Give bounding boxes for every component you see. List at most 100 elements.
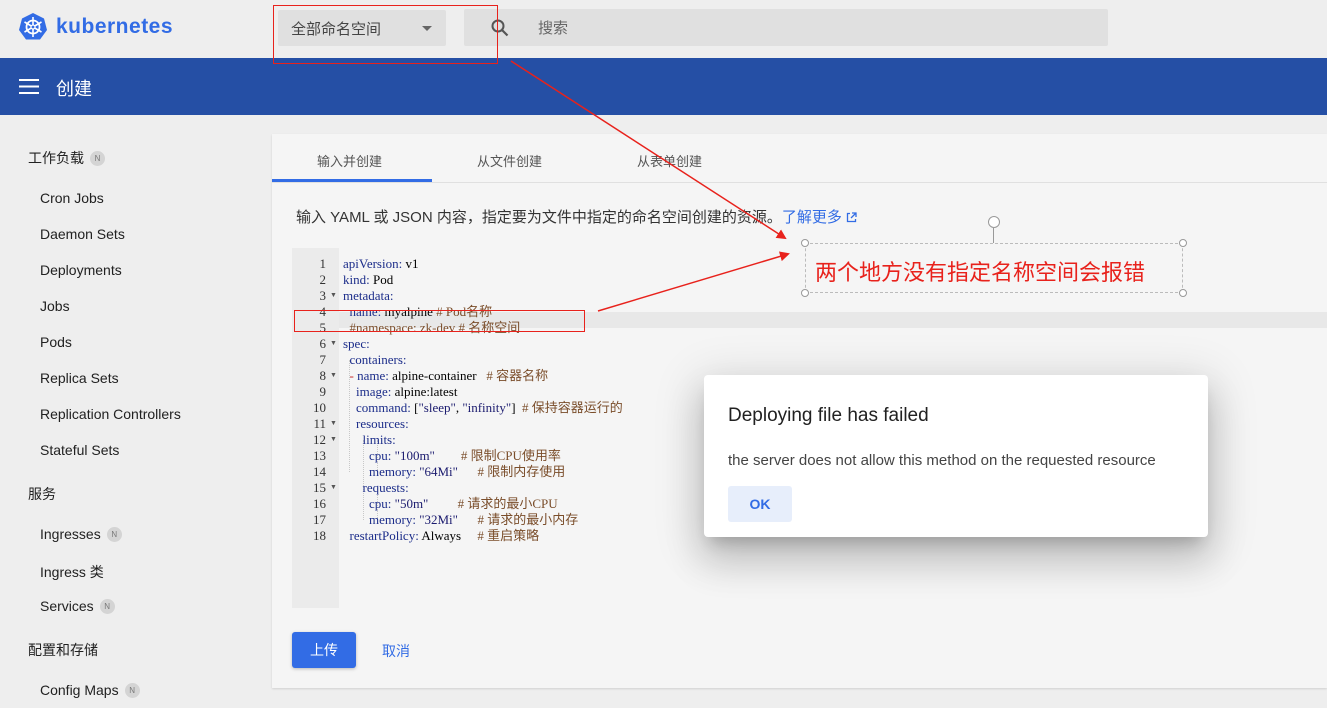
sidebar-section-services[interactable]: 服务: [28, 484, 56, 504]
kubernetes-logo[interactable]: kubernetes: [18, 12, 173, 42]
sidebar-item-replica-sets[interactable]: Replica Sets: [40, 370, 119, 386]
fold-toggle-icon[interactable]: ▼: [330, 480, 337, 496]
sidebar-item-daemon-sets[interactable]: Daemon Sets: [40, 226, 125, 242]
resize-handle[interactable]: [801, 239, 809, 247]
logo-text: kubernetes: [56, 15, 174, 38]
instructions-text: 输入 YAML 或 JSON 内容，指定要为文件中指定的命名空间创建的资源。: [296, 209, 782, 226]
fold-toggle-icon[interactable]: ▼: [330, 288, 337, 304]
sidebar-item-jobs[interactable]: Jobs: [40, 298, 70, 314]
line-number: 13: [313, 448, 326, 463]
namespaced-badge: N: [124, 682, 140, 698]
namespaced-badge: N: [90, 150, 105, 166]
sidebar-item-label: Jobs: [40, 298, 70, 314]
line-number: 15: [313, 480, 326, 495]
code-line[interactable]: cpu: "50m" # 请求的最小CPU: [343, 496, 558, 512]
line-number: 12: [313, 432, 326, 447]
sidebar-item-services[interactable]: Services N: [40, 598, 115, 614]
fold-toggle-icon[interactable]: ▼: [330, 432, 337, 448]
sidebar-item-label: Stateful Sets: [40, 442, 120, 458]
sidebar-item-label: Replication Controllers: [40, 406, 181, 422]
learn-more-link[interactable]: 了解更多: [782, 209, 857, 226]
line-number: 7: [319, 352, 327, 367]
search-bar[interactable]: [464, 9, 1108, 46]
code-line[interactable]: metadata:: [343, 288, 394, 304]
code-line[interactable]: memory: "64Mi" # 限制内存使用: [343, 464, 565, 480]
sidebar-item-label: Config Maps: [40, 682, 119, 698]
sidebar-section-label: 配置和存储: [28, 642, 98, 658]
line-number: 16: [313, 496, 326, 511]
line-number: 14: [313, 464, 326, 479]
code-line[interactable]: resources:: [343, 416, 409, 432]
menu-icon[interactable]: [19, 79, 39, 94]
fold-toggle-icon[interactable]: ▼: [330, 336, 337, 352]
sidebar-section-label: 工作负载: [28, 150, 84, 166]
code-line[interactable]: spec:: [343, 336, 370, 352]
sidebar-section-workloads[interactable]: 工作负载 N: [28, 148, 105, 168]
sidebar-item-ingress-classes[interactable]: Ingress 类: [40, 562, 104, 582]
resize-handle[interactable]: [801, 289, 809, 297]
sidebar-item-label: Ingress 类: [40, 564, 104, 580]
page-title: 创建: [56, 79, 92, 99]
search-input[interactable]: [538, 17, 1038, 39]
sidebar-item-label: Services: [40, 598, 94, 614]
tab-input-and-create[interactable]: 输入并创建: [317, 151, 382, 170]
namespaced-badge: N: [99, 598, 115, 614]
annotation-textbox[interactable]: 两个地方没有指定名称空间会报错: [805, 243, 1183, 293]
sidebar-item-cron-jobs[interactable]: Cron Jobs: [40, 190, 104, 206]
sidebar-item-pods[interactable]: Pods: [40, 334, 72, 350]
code-line[interactable]: memory: "32Mi" # 请求的最小内存: [343, 512, 578, 528]
sidebar-item-deployments[interactable]: Deployments: [40, 262, 122, 278]
top-bar: kubernetes 全部命名空间: [0, 0, 1327, 58]
upload-button[interactable]: 上传: [292, 632, 356, 668]
resize-handle[interactable]: [1179, 239, 1187, 247]
code-line[interactable]: cpu: "100m" # 限制CPU使用率: [343, 448, 561, 464]
external-link-icon: [846, 212, 857, 223]
sidebar-item-label: Daemon Sets: [40, 226, 125, 242]
fold-toggle-icon[interactable]: ▼: [330, 416, 337, 432]
instructions: 输入 YAML 或 JSON 内容，指定要为文件中指定的命名空间创建的资源。了解…: [296, 206, 857, 227]
fold-toggle-icon[interactable]: ▼: [330, 368, 337, 384]
code-line[interactable]: restartPolicy: Always # 重启策略: [343, 528, 540, 544]
namespaced-badge: N: [106, 526, 122, 542]
line-number: 3: [319, 288, 327, 303]
tab-bar: 输入并创建 从文件创建 从表单创建: [272, 134, 1327, 183]
code-line[interactable]: apiVersion: v1: [343, 256, 418, 272]
dialog-title: Deploying file has failed: [728, 405, 929, 426]
sidebar-item-ingresses[interactable]: Ingresses N: [40, 526, 122, 542]
sidebar-item-label: Pods: [40, 334, 72, 350]
kubernetes-wheel-icon: [19, 13, 47, 40]
code-line[interactable]: - name: alpine-container # 容器名称: [343, 368, 549, 384]
sidebar-item-replication-controllers[interactable]: Replication Controllers: [40, 406, 181, 422]
code-line[interactable]: limits:: [343, 432, 396, 448]
error-dialog: Deploying file has failed the server doe…: [704, 375, 1208, 537]
rotate-handle-stem: [993, 228, 994, 243]
code-line[interactable]: command: ["sleep", "infinity"] # 保持容器运行的: [343, 400, 623, 416]
line-number: 18: [313, 528, 326, 543]
line-number: 9: [319, 384, 327, 399]
cancel-button[interactable]: 取消: [382, 641, 410, 661]
tab-create-from-file[interactable]: 从文件创建: [477, 151, 542, 170]
code-line[interactable]: kind: Pod: [343, 272, 393, 288]
annotation-highlight-namespace-line: [294, 310, 585, 332]
dialog-message: the server does not allow this method on…: [728, 452, 1156, 469]
learn-more-label: 了解更多: [781, 209, 842, 226]
annotation-text: 两个地方没有指定名称空间会报错: [815, 260, 1146, 285]
dialog-ok-button[interactable]: OK: [728, 486, 792, 522]
rotate-handle[interactable]: [988, 216, 1000, 228]
code-line[interactable]: requests:: [343, 480, 409, 496]
line-number: 2: [319, 272, 327, 287]
line-number: 6: [319, 336, 327, 351]
sidebar-item-label: Ingresses: [40, 526, 101, 542]
sidebar-section-label: 服务: [28, 486, 56, 502]
sidebar-item-config-maps[interactable]: Config Maps N: [40, 682, 140, 698]
code-line[interactable]: containers:: [343, 352, 407, 368]
sidebar-item-label: Replica Sets: [40, 370, 119, 386]
page-toolbar: 创建: [0, 58, 1327, 115]
sidebar-section-config-storage[interactable]: 配置和存储: [28, 640, 98, 660]
tab-create-from-form[interactable]: 从表单创建: [637, 151, 702, 170]
resize-handle[interactable]: [1179, 289, 1187, 297]
code-line[interactable]: image: alpine:latest: [343, 384, 457, 400]
line-number: 10: [313, 400, 326, 415]
annotation-highlight-namespace-selector: [273, 5, 498, 64]
sidebar-item-stateful-sets[interactable]: Stateful Sets: [40, 442, 119, 458]
